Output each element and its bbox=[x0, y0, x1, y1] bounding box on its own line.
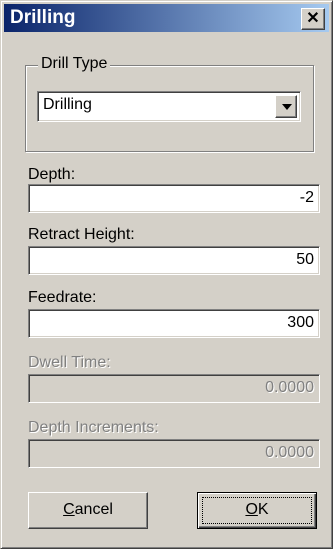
cancel-mnemonic: C bbox=[63, 501, 75, 518]
close-button[interactable]: ✕ bbox=[301, 8, 325, 30]
depth-input[interactable]: -2 bbox=[28, 184, 320, 213]
depth-value: -2 bbox=[299, 189, 314, 206]
feedrate-value: 300 bbox=[287, 314, 314, 331]
drill-type-select[interactable]: Drilling bbox=[37, 91, 301, 122]
depth-increments-value: 0.0000 bbox=[265, 444, 314, 461]
window-title: Drilling bbox=[10, 7, 76, 28]
dwell-time-label: Dwell Time: bbox=[28, 354, 111, 371]
close-icon: ✕ bbox=[306, 10, 320, 27]
drill-type-group: Drill Type Drilling bbox=[25, 55, 314, 152]
ok-button[interactable]: OK bbox=[197, 492, 317, 529]
drill-type-selected-value: Drilling bbox=[43, 96, 92, 113]
depth-increments-input: 0.0000 bbox=[28, 439, 320, 468]
retract-height-input[interactable]: 50 bbox=[28, 246, 320, 275]
depth-increments-label: Depth Increments: bbox=[28, 419, 159, 436]
feedrate-label: Feedrate: bbox=[28, 289, 97, 306]
cancel-button[interactable]: Cancel bbox=[28, 492, 148, 529]
title-bar[interactable]: Drilling ✕ bbox=[4, 4, 329, 32]
retract-height-value: 50 bbox=[296, 251, 314, 268]
depth-label: Depth: bbox=[28, 166, 76, 183]
feedrate-input[interactable]: 300 bbox=[28, 309, 320, 338]
chevron-down-icon[interactable] bbox=[275, 95, 297, 118]
drill-type-group-label: Drill Type bbox=[38, 55, 111, 73]
dwell-time-input: 0.0000 bbox=[28, 374, 320, 403]
retract-height-label: Retract Height: bbox=[28, 226, 135, 243]
cancel-label: ancel bbox=[74, 501, 113, 518]
focus-rectangle bbox=[202, 497, 312, 524]
drilling-dialog: Drilling ✕ Drill Type Drilling Depth: -2… bbox=[0, 0, 333, 549]
dwell-time-value: 0.0000 bbox=[265, 379, 314, 396]
